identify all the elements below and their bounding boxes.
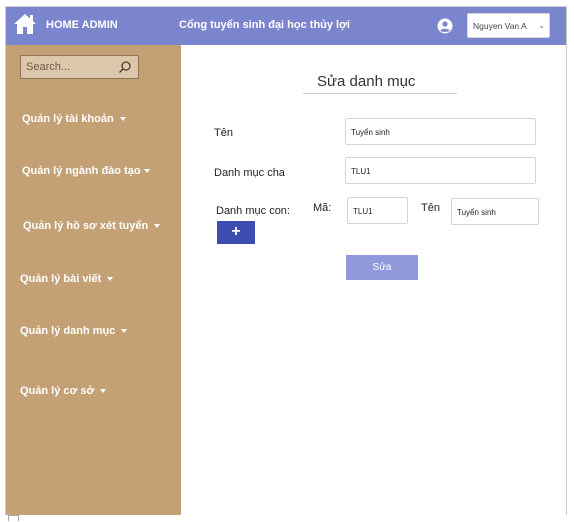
sidebar-item-label: Quản lý cơ sở (20, 385, 95, 397)
child-category-label: Danh mục con: (216, 205, 290, 217)
user-dropdown-value: Nguyen Van A (473, 21, 527, 31)
home-icon[interactable] (12, 12, 38, 36)
sidebar-item-label: Quản lý bài viết (20, 273, 102, 285)
child-name-field[interactable]: Tuyển sinh (451, 198, 539, 225)
sidebar-item-label: Quản lý ngành đào tạo (22, 165, 141, 177)
page-title: Sửa danh mục (317, 73, 416, 90)
child-name-label: Tên (421, 202, 440, 214)
user-dropdown[interactable]: Nguyen Van A ⌄ (467, 13, 550, 38)
search-input[interactable]: Search... (20, 55, 139, 79)
user-circle-icon[interactable] (437, 18, 453, 34)
parent-category-label: Danh mục cha (214, 167, 285, 179)
sidebar-item-categories[interactable]: Quản lý danh mục (20, 325, 128, 337)
chevron-down-icon: ⌄ (538, 21, 545, 30)
caret-down-icon (119, 117, 126, 122)
top-navbar: HOME ADMIN Cổng tuyển sinh đại học thủy … (6, 7, 566, 45)
search-icon[interactable] (118, 60, 132, 74)
sidebar-item-applications[interactable]: Quản lý hồ sơ xét tuyển (23, 220, 161, 232)
parent-category-field[interactable]: TLU1 (345, 157, 536, 184)
brand-link[interactable]: HOME ADMIN (46, 19, 118, 31)
caret-down-icon (154, 224, 161, 229)
sidebar-item-label: Quản lý danh mục (20, 325, 116, 337)
name-label: Tên (214, 127, 233, 139)
search-placeholder: Search... (26, 61, 71, 73)
sidebar-item-posts[interactable]: Quản lý bài viết (20, 273, 114, 285)
sidebar-item-majors[interactable]: Quản lý ngành đào tạo (22, 165, 150, 177)
caret-down-icon (107, 277, 114, 282)
code-field[interactable]: TLU1 (347, 197, 408, 224)
corner-marker (8, 515, 19, 521)
main-content: Sửa danh mục Tên Tuyển sinh Danh mục cha… (181, 45, 566, 515)
sidebar-item-label: Quản lý hồ sơ xét tuyển (23, 220, 149, 232)
app-frame: HOME ADMIN Cổng tuyển sinh đại học thủy … (5, 6, 567, 515)
add-child-button[interactable]: + (217, 221, 255, 244)
sidebar-item-label: Quản lý tài khoản (22, 113, 114, 125)
save-button[interactable]: Sửa (346, 255, 418, 280)
name-field[interactable]: Tuyển sinh (345, 118, 536, 145)
caret-down-icon (100, 389, 107, 394)
title-divider (303, 93, 457, 94)
sidebar-item-accounts[interactable]: Quản lý tài khoản (22, 113, 126, 125)
site-title: Cổng tuyển sinh đại học thủy lợi (179, 19, 350, 31)
sidebar: Search... Quản lý tài khoản Quản lý ngàn… (6, 45, 181, 515)
caret-down-icon (121, 329, 128, 334)
code-label: Mã: (313, 202, 332, 214)
sidebar-item-campuses[interactable]: Quản lý cơ sở (20, 385, 107, 397)
caret-down-icon (143, 169, 150, 174)
